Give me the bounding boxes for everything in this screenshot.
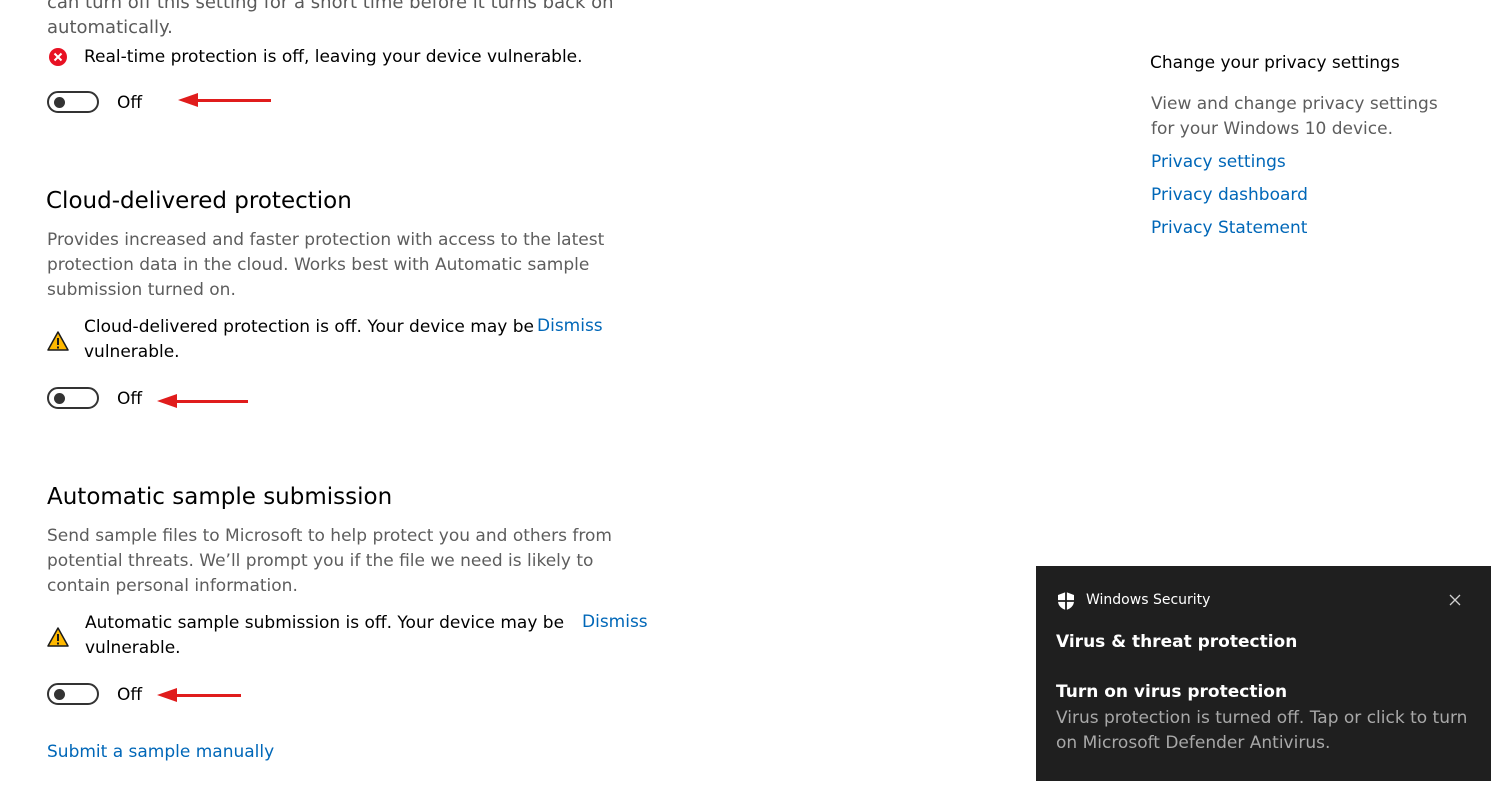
realtime-desc-line2: automatically. xyxy=(47,17,173,38)
toggle-knob xyxy=(54,393,65,404)
realtime-alert-text: Real-time protection is off, leaving you… xyxy=(84,47,583,67)
toast-body: Virus protection is turned off. Tap or c… xyxy=(1056,708,1468,753)
cloud-protection-title: Cloud-delivered protection xyxy=(46,188,352,214)
sample-warning-text: Automatic sample submission is off. Your… xyxy=(85,611,564,661)
cloud-warning-text: Cloud-delivered protection is off. Your … xyxy=(84,315,534,365)
cloud-toggle-label: Off xyxy=(117,389,143,409)
annotation-arrow-line xyxy=(173,400,248,403)
toast-close-icon[interactable] xyxy=(1446,591,1464,609)
annotation-arrow-line xyxy=(173,694,241,697)
realtime-toggle-label: Off xyxy=(117,93,143,113)
cloud-dismiss-link[interactable]: Dismiss xyxy=(537,316,603,336)
privacy-dashboard-link[interactable]: Privacy dashboard xyxy=(1151,185,1308,205)
privacy-description: View and change privacy settings for you… xyxy=(1151,94,1438,139)
sample-warning-line1: Automatic sample submission is off. Your… xyxy=(85,613,565,633)
sample-warning-line2: vulnerable. xyxy=(85,638,181,658)
windows-security-toast[interactable]: Windows Security Virus & threat protecti… xyxy=(1036,566,1491,781)
warning-icon xyxy=(47,330,69,352)
sample-dismiss-link[interactable]: Dismiss xyxy=(582,612,648,632)
realtime-desc-line1: can turn off this setting for a short ti… xyxy=(47,0,614,13)
realtime-protection-toggle[interactable] xyxy=(47,91,99,113)
realtime-description: can turn off this setting for a short ti… xyxy=(47,0,647,40)
sample-submission-title: Automatic sample submission xyxy=(47,484,393,510)
warning-icon xyxy=(47,626,69,648)
cloud-protection-description: Provides increased and faster protection… xyxy=(47,230,605,300)
toast-title: Virus & threat protection xyxy=(1056,632,1298,652)
sample-submission-toggle[interactable] xyxy=(47,683,99,705)
privacy-statement-link[interactable]: Privacy Statement xyxy=(1151,218,1307,238)
privacy-settings-link[interactable]: Privacy settings xyxy=(1151,152,1286,172)
shield-icon xyxy=(1056,591,1076,611)
toast-heading: Turn on virus protection xyxy=(1056,682,1288,702)
cloud-warning-line2: vulnerable. xyxy=(84,342,180,362)
sample-toggle-label: Off xyxy=(117,685,143,705)
sample-submission-description: Send sample files to Microsoft to help p… xyxy=(47,526,612,596)
annotation-arrow-line xyxy=(194,99,271,102)
error-icon xyxy=(49,48,67,66)
cloud-protection-toggle[interactable] xyxy=(47,387,99,409)
toggle-knob xyxy=(54,689,65,700)
toggle-knob xyxy=(54,97,65,108)
submit-sample-manually-link[interactable]: Submit a sample manually xyxy=(47,742,274,762)
cloud-warning-line1: Cloud-delivered protection is off. Your … xyxy=(84,317,534,337)
privacy-section-title: Change your privacy settings xyxy=(1150,53,1400,73)
toast-app-name: Windows Security xyxy=(1086,592,1211,608)
